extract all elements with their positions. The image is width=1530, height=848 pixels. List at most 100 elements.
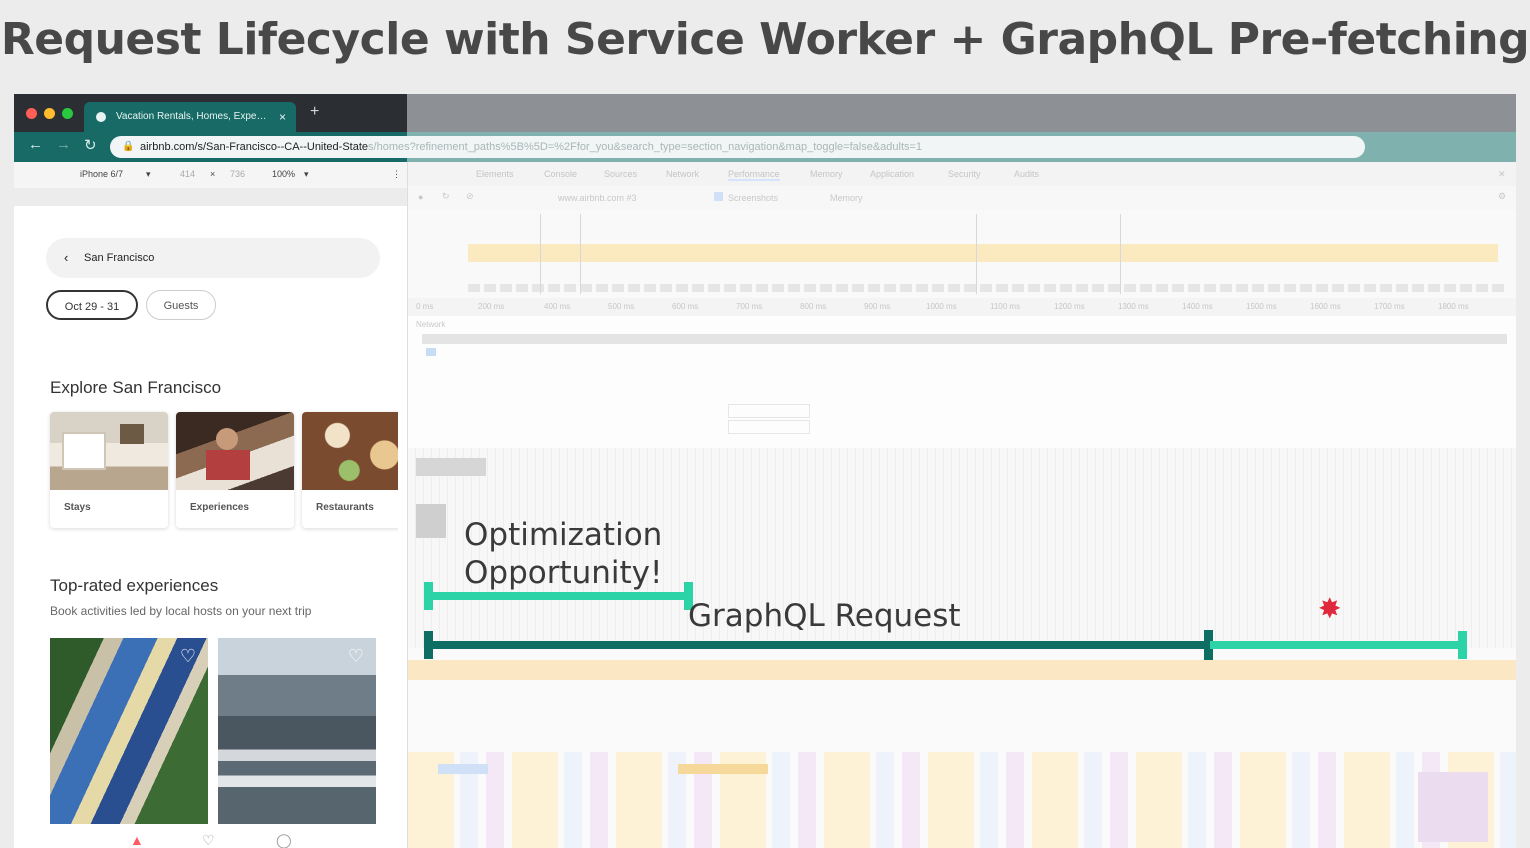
top-rated-subheading: Book activities led by local hosts on yo… <box>50 604 312 618</box>
restaurants-photo <box>302 412 398 490</box>
settings-gear-icon[interactable]: ⚙ <box>1498 191 1506 202</box>
browser-window: Vacation Rentals, Homes, Expe… × + ← → ↻… <box>14 94 1516 848</box>
ruler-tick: 0 ms <box>416 302 434 311</box>
close-window-icon[interactable] <box>26 108 37 119</box>
time-ruler: 0 ms 200 ms 400 ms 500 ms 600 ms 700 ms … <box>408 298 1516 316</box>
favicon-icon <box>96 112 106 122</box>
screenshots-label: Screenshots <box>728 193 779 203</box>
category-card-experiences[interactable]: Experiences <box>176 412 294 528</box>
optimization-annotation: Optimization Opportunity! <box>464 516 662 592</box>
graphql-request-label: GraphQL Request <box>688 598 961 634</box>
ruler-tick: 400 ms <box>544 302 571 311</box>
ruler-tick: 1700 ms <box>1374 302 1405 311</box>
graphql-tail-bar <box>1210 641 1464 649</box>
screenshots-checkbox[interactable] <box>714 192 723 201</box>
memory-label: Memory <box>830 193 863 203</box>
heart-icon[interactable]: ♡ <box>348 646 364 667</box>
location-search[interactable]: ‹ San Francisco <box>46 238 380 278</box>
main-thread-track[interactable] <box>408 660 1516 680</box>
heart-nav-icon[interactable]: ♡ <box>202 832 215 848</box>
location-text: San Francisco <box>84 252 155 264</box>
ruler-tick: 1200 ms <box>1054 302 1085 311</box>
reload-record-icon[interactable]: ↻ <box>442 191 450 202</box>
tab-strip-faded <box>407 94 1516 132</box>
zoom-window-icon[interactable] <box>62 108 73 119</box>
url-text: airbnb.com/s/San-Francisco--CA--United-S… <box>140 141 369 153</box>
new-tab-button[interactable]: + <box>310 103 319 121</box>
airbnb-logo-icon[interactable]: ▲ <box>130 832 144 848</box>
device-select[interactable]: iPhone 6/7 <box>80 169 123 179</box>
ruler-tick: 900 ms <box>864 302 891 311</box>
minimize-window-icon[interactable] <box>44 108 55 119</box>
network-track[interactable]: Network <box>408 316 1516 448</box>
category-label: Stays <box>64 502 91 513</box>
explore-heading: Explore San Francisco <box>50 378 222 397</box>
flame-chart[interactable] <box>408 752 1516 848</box>
dates-chip[interactable]: Oct 29 - 31 <box>46 290 138 320</box>
reload-icon[interactable]: ↻ <box>84 136 97 154</box>
device-width[interactable]: 414 <box>180 169 195 179</box>
ruler-tick: 1100 ms <box>990 302 1021 311</box>
tab-application[interactable]: Application <box>870 169 914 179</box>
profile-select[interactable]: www.airbnb.com #3 <box>558 193 637 203</box>
zoom-select[interactable]: 100% <box>272 169 295 179</box>
phone-viewport: ‹ San Francisco Oct 29 - 31 Guests Explo… <box>30 224 398 848</box>
devtools-tabs: Elements Console Sources Network Perform… <box>408 162 1516 187</box>
timeline-overview[interactable] <box>408 210 1516 298</box>
top-rated-heading: Top-rated experiences <box>50 576 219 595</box>
category-label: Experiences <box>190 502 249 513</box>
ruler-tick: 200 ms <box>478 302 505 311</box>
experiences-photo <box>176 412 294 490</box>
tab-title: Vacation Rentals, Homes, Expe… <box>116 111 267 122</box>
profile-icon[interactable]: ◯ <box>276 832 292 848</box>
network-track-label: Network <box>416 320 446 329</box>
forward-arrow-icon[interactable]: → <box>56 136 71 153</box>
graphql-start-cap <box>424 631 433 659</box>
chevron-down-icon: ▾ <box>304 169 309 179</box>
clear-icon[interactable]: ⊘ <box>466 191 474 202</box>
record-icon[interactable]: ● <box>418 192 423 202</box>
tab-audits[interactable]: Audits <box>1014 169 1039 179</box>
lock-icon: 🔒 <box>122 141 135 152</box>
more-options-icon[interactable]: ⋮ <box>392 169 401 180</box>
ruler-tick: 1600 ms <box>1310 302 1341 311</box>
explosion-icon: ✸ <box>1318 593 1342 624</box>
ruler-tick: 500 ms <box>608 302 635 311</box>
dimension-separator: × <box>210 169 216 179</box>
category-card-restaurants[interactable]: Restaurants <box>302 412 398 528</box>
ruler-tick: 1800 ms <box>1438 302 1469 311</box>
guests-chip[interactable]: Guests <box>146 290 216 320</box>
tab-console[interactable]: Console <box>544 169 577 179</box>
chevron-down-icon: ▾ <box>146 169 151 179</box>
tab-sources[interactable]: Sources <box>604 169 637 179</box>
experience-card[interactable]: ♡ <box>50 638 208 824</box>
experience-card[interactable]: ♡ <box>218 638 376 824</box>
device-height[interactable]: 736 <box>230 169 245 179</box>
opportunity-start-cap <box>424 582 433 610</box>
ruler-tick: 1000 ms <box>926 302 957 311</box>
tab-security[interactable]: Security <box>948 169 981 179</box>
browser-tab[interactable]: Vacation Rentals, Homes, Expe… × <box>84 102 296 132</box>
ruler-tick: 600 ms <box>672 302 699 311</box>
tab-close-icon[interactable]: × <box>279 102 286 132</box>
tab-network[interactable]: Network <box>666 169 699 179</box>
tab-performance[interactable]: Performance <box>728 169 780 181</box>
optimization-line-2: Opportunity! <box>464 555 663 591</box>
back-arrow-icon[interactable]: ← <box>28 136 43 153</box>
back-chevron-icon[interactable]: ‹ <box>64 238 68 278</box>
graphql-end-cap <box>1458 631 1467 659</box>
ruler-tick: 1500 ms <box>1246 302 1277 311</box>
tab-memory[interactable]: Memory <box>810 169 843 179</box>
url-input[interactable]: 🔒 airbnb.com/s/San-Francisco--CA--United… <box>110 136 1365 158</box>
category-card-stays[interactable]: Stays <box>50 412 168 528</box>
graphql-request-bar <box>424 641 1210 649</box>
close-devtools-icon[interactable]: ✕ <box>1498 169 1506 180</box>
heart-icon[interactable]: ♡ <box>180 646 196 667</box>
ruler-tick: 1400 ms <box>1182 302 1213 311</box>
ruler-tick: 800 ms <box>800 302 827 311</box>
device-toolbar: iPhone 6/7 ▾ 414 × 736 100% ▾ ⋮ <box>14 162 407 189</box>
tab-elements[interactable]: Elements <box>476 169 514 179</box>
slide-title: Request Lifecycle with Service Worker + … <box>0 14 1530 65</box>
stays-photo <box>50 412 168 490</box>
performance-toolbar: ● ↻ ⊘ www.airbnb.com #3 Screenshots Memo… <box>408 186 1516 211</box>
